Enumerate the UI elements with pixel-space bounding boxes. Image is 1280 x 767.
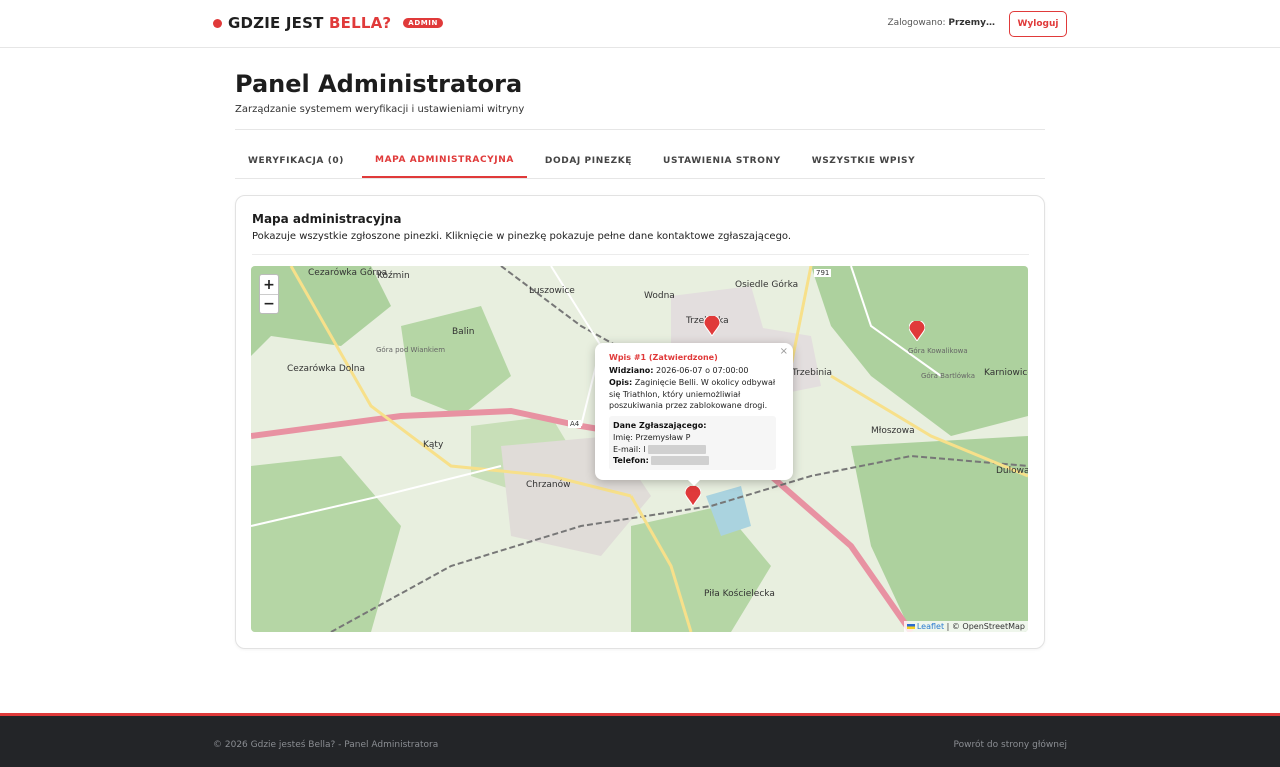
map-label-a4: A4 (568, 420, 582, 428)
card-description: Pokazuje wszystkie zgłoszone pinezki. Kl… (252, 231, 792, 242)
popup-description: Opis: Zaginięcie Belli. W okolicy odbywa… (609, 378, 776, 410)
popup-tip (686, 478, 702, 486)
map-label-balin: Balin (452, 327, 475, 337)
map-pin-marker-icon[interactable] (704, 316, 720, 336)
map-label-mloszowa: Młoszowa (871, 426, 915, 436)
back-to-home-link[interactable]: Powrót do strony głównej (954, 740, 1067, 750)
map-label-cezarowka-gorna: Cezarówka Górna (308, 268, 388, 278)
redacted-email (647, 445, 706, 454)
card-divider (252, 254, 1029, 255)
map-attribution: Leaflet | © OpenStreetMap (903, 621, 1028, 632)
contact-header: Dane Zgłaszającego: (613, 421, 707, 430)
tab-site-settings[interactable]: USTAWIENIA STRONY (650, 143, 794, 178)
card-title: Mapa administracyjna (252, 212, 402, 226)
leaflet-link[interactable]: Leaflet (917, 622, 944, 631)
map-label-luszowice: Luszowice (529, 286, 575, 296)
tab-all-entries[interactable]: WSZYSTKIE WPISY (799, 143, 929, 178)
popup-title: Wpis #1 (Zatwierdzone) (609, 353, 718, 362)
page-title: Panel Administratora (235, 70, 523, 98)
top-navbar: GDZIE JEST BELLA? ADMIN Zalogowano: Prze… (0, 0, 1280, 48)
admin-badge: ADMIN (403, 18, 443, 28)
reporter-contact-box: Dane Zgłaszającego: Imię: Przemysław P E… (609, 416, 776, 470)
tab-verification[interactable]: WERYFIKACJA (0) (235, 143, 357, 178)
contact-email: E-mail: l (613, 445, 706, 454)
map-popup: × Wpis #1 (Zatwierdzone) Widziano: 2026-… (595, 343, 793, 480)
redacted-phone (650, 456, 709, 465)
logout-button[interactable]: Wyloguj (1009, 11, 1067, 37)
map-label-wodna: Wodna (644, 291, 675, 301)
footer: © 2026 Gdzie jesteś Bella? - Panel Admin… (0, 713, 1280, 767)
map-pin-marker-icon[interactable] (685, 486, 701, 506)
tab-admin-map[interactable]: MAPA ADMINISTRACYJNA (362, 143, 527, 178)
tab-add-pin[interactable]: DODAJ PINEZKĘ (532, 143, 645, 178)
brand-logo[interactable]: GDZIE JEST BELLA? ADMIN (213, 14, 443, 32)
popup-close-icon[interactable]: × (780, 346, 788, 357)
map-label-gora-kowalikowa: Góra Kowalikowa (908, 347, 968, 355)
contact-name: Imię: Przemysław P (613, 433, 691, 442)
map-label-791: 791 (814, 269, 832, 277)
map-label-kozmin: Koźmin (377, 271, 410, 281)
map-label-karniowice: Karniowice (984, 368, 1028, 378)
map-label-chrzanow: Chrzanów (526, 480, 571, 490)
map-label-gora-bartlowka: Góra Bartlówka (921, 372, 975, 380)
zoom-out-button[interactable]: − (260, 294, 278, 313)
map-label-gora-pod-wiankiem: Góra pod Wiankiem (376, 346, 446, 354)
map-label-dulowa: Dulowa (996, 466, 1028, 476)
page-subtitle: Zarządzanie systemem weryfikacji i ustaw… (235, 104, 525, 115)
zoom-control: + − (259, 274, 279, 314)
logged-in-status: Zalogowano: Przemy… (887, 18, 995, 28)
zoom-in-button[interactable]: + (260, 275, 278, 294)
map-label-katy: Kąty (423, 440, 444, 450)
map-label-trzebinia: Trzebinia (792, 368, 833, 378)
map-label-pila-koscielecka: Piła Kościelecka (704, 589, 775, 599)
contact-phone: Telefon: (613, 456, 709, 465)
map-pin-marker-icon[interactable] (909, 321, 925, 341)
map-label-osiedle-gorka: Osiedle Górka (735, 280, 799, 290)
logged-user-name: Przemy… (948, 18, 995, 28)
map-label-cezarowka-dolna: Cezarówka Dolna (287, 364, 366, 374)
brand-name: GDZIE JEST BELLA? (228, 14, 392, 32)
admin-tabs: WERYFIKACJA (0) MAPA ADMINISTRACYJNA DOD… (235, 143, 1045, 179)
footer-copyright: © 2026 Gdzie jesteś Bella? - Panel Admin… (213, 740, 439, 750)
title-divider (235, 129, 1045, 130)
popup-seen: Widziano: 2026-06-07 o 07:00:00 (609, 366, 749, 375)
brand-dot-icon (213, 18, 222, 28)
ukraine-flag-icon (906, 624, 915, 629)
